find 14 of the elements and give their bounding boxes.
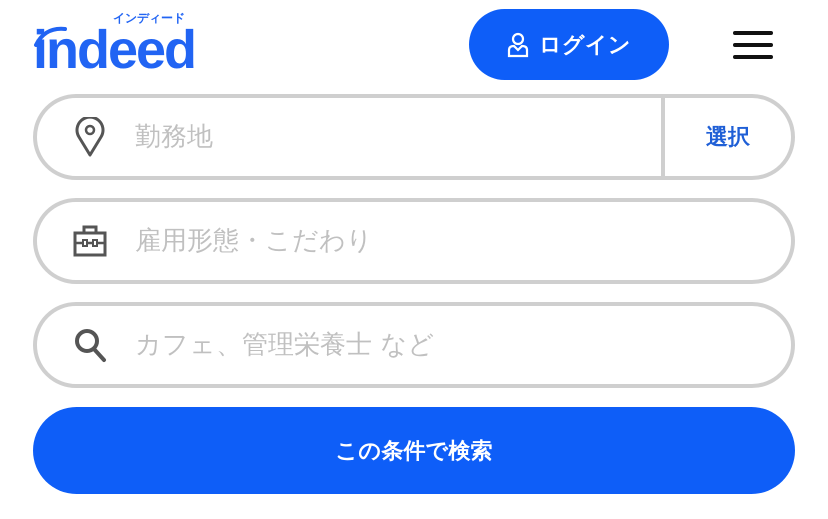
- employment-input[interactable]: 雇用形態・こだわり: [133, 225, 791, 257]
- map-pin-icon: [73, 117, 107, 157]
- menu-icon[interactable]: [733, 30, 773, 60]
- keyword-input[interactable]: カフェ、管理栄養士 など: [133, 329, 791, 361]
- login-button[interactable]: ログイン: [469, 9, 669, 80]
- location-field[interactable]: 勤務地 選択: [33, 94, 795, 180]
- logo-wordmark[interactable]: indeed: [33, 25, 196, 75]
- location-input[interactable]: 勤務地: [133, 121, 661, 153]
- select-button[interactable]: 選択: [661, 98, 791, 176]
- employment-field[interactable]: 雇用形態・こだわり: [33, 198, 795, 284]
- search-button[interactable]: この条件で検索: [33, 407, 795, 494]
- user-icon: [507, 32, 529, 58]
- keyword-field[interactable]: カフェ、管理栄養士 など: [33, 302, 795, 388]
- logo-kana: インディード: [113, 11, 186, 25]
